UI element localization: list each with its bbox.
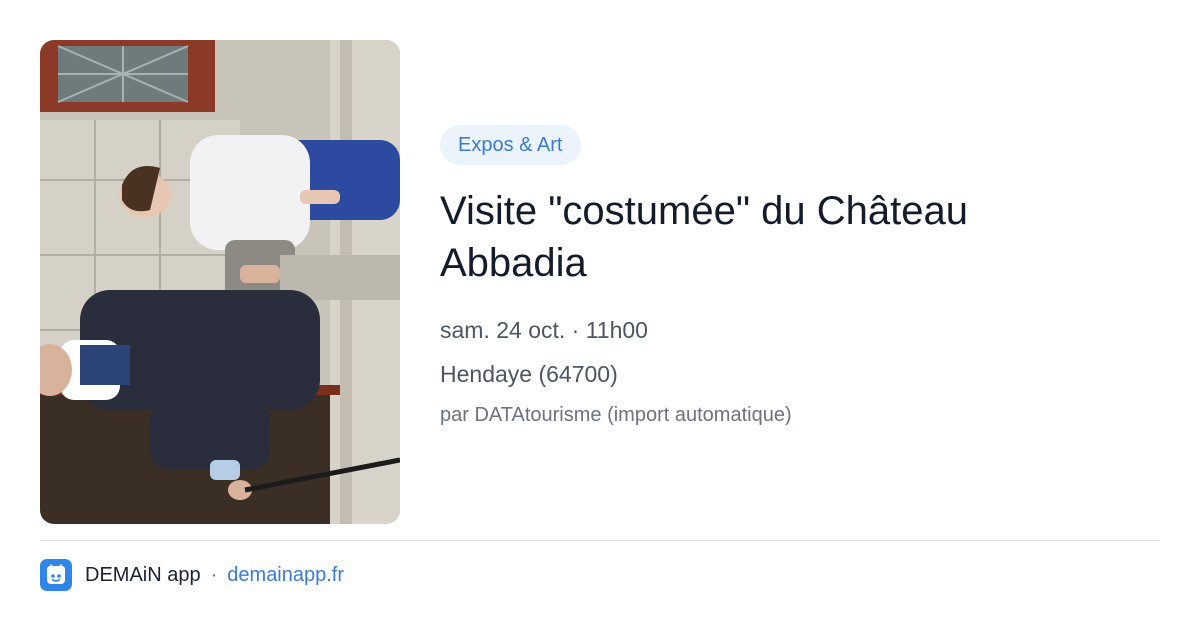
site-link[interactable]: demainapp.fr [227, 564, 344, 587]
event-location: Hendaye (64700) [440, 361, 618, 387]
event-info: Expos & Art Visite "costumée" du Château… [440, 125, 1160, 429]
event-source: par DATAtourisme (import automatique) [440, 404, 792, 426]
event-title[interactable]: Visite "costumée" du Château Abbadia [440, 185, 1080, 289]
footer: DEMAiN app · demainapp.fr [40, 558, 344, 592]
footer-divider [40, 540, 1160, 541]
demain-app-logo-icon[interactable] [40, 559, 72, 591]
category-badge[interactable]: Expos & Art [440, 125, 581, 165]
footer-separator: · [210, 563, 218, 586]
event-photo [40, 40, 400, 524]
event-datetime: sam. 24 oct. · 11h00 [440, 317, 648, 343]
app-name: DEMAiN app [85, 563, 201, 586]
